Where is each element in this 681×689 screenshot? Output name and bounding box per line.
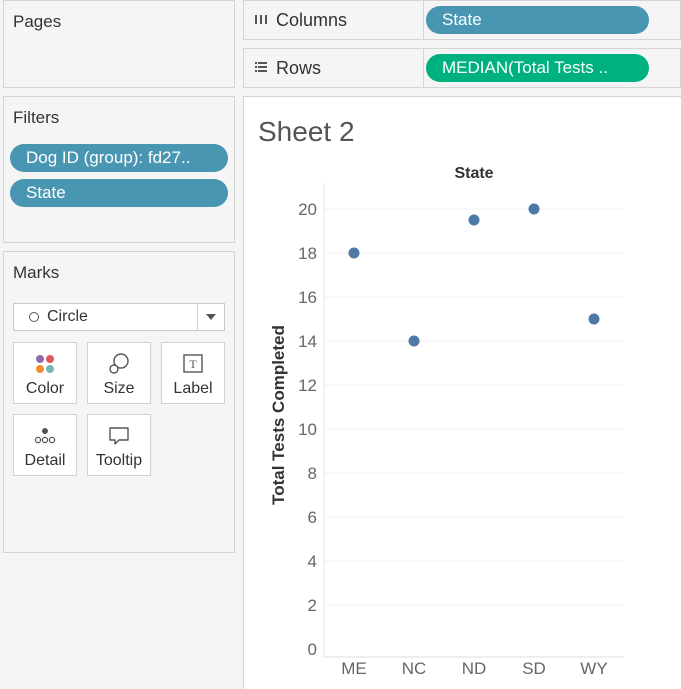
filter-pill-state[interactable]: State: [10, 179, 228, 207]
label-button[interactable]: T Label: [161, 342, 225, 404]
y-tick-label: 4: [308, 552, 317, 571]
columns-icon: [255, 15, 267, 24]
x-tick-label: WY: [580, 659, 607, 678]
color-button[interactable]: Color: [13, 342, 77, 404]
y-tick-label: 12: [298, 376, 317, 395]
sheet-view: Sheet 2 State Total Tests Completed 0246…: [243, 96, 681, 689]
y-axis-title: Total Tests Completed: [269, 325, 288, 505]
y-tick-label: 6: [308, 508, 317, 527]
detail-icon: [34, 428, 56, 444]
tooltip-button-label: Tooltip: [95, 452, 143, 469]
tooltip-button[interactable]: Tooltip: [87, 414, 151, 476]
x-axis-ticks: ME NC ND SD WY: [341, 659, 607, 678]
dropdown-arrow-icon[interactable]: [197, 304, 224, 330]
color-icon: [36, 355, 54, 373]
circle-mark-icon: [29, 312, 39, 322]
y-tick-label: 14: [298, 332, 317, 351]
rows-pill-median-total-tests[interactable]: MEDIAN(Total Tests ..: [426, 54, 649, 82]
columns-shelf-label-area: Columns: [244, 1, 424, 39]
data-point: [468, 214, 480, 226]
filter-pill-dog-id[interactable]: Dog ID (group): fd27..: [10, 144, 228, 172]
data-point: [528, 203, 540, 215]
y-tick-label: 8: [308, 464, 317, 483]
x-tick-label: SD: [522, 659, 546, 678]
x-tick-label: ND: [462, 659, 487, 678]
svg-text:T: T: [189, 357, 197, 371]
column-header: State: [454, 165, 493, 182]
detail-button[interactable]: Detail: [13, 414, 77, 476]
rows-label: Rows: [276, 58, 322, 78]
label-icon: T: [183, 354, 203, 373]
color-button-label: Color: [25, 380, 65, 397]
mark-type-label: Circle: [47, 308, 88, 325]
filters-title: Filters: [13, 108, 60, 127]
columns-shelf[interactable]: Columns State: [243, 0, 681, 40]
rows-icon: [255, 62, 267, 72]
pages-card: Pages: [3, 0, 235, 88]
columns-label: Columns: [276, 10, 348, 30]
mark-type-dropdown[interactable]: Circle: [13, 303, 225, 331]
marks-card: Marks Circle Color Size T Label Detail T…: [3, 251, 235, 553]
x-tick-label: NC: [402, 659, 427, 678]
data-point: [588, 313, 600, 325]
x-tick-label: ME: [341, 659, 367, 678]
y-tick-label: 0: [308, 640, 317, 659]
filters-card: Filters Dog ID (group): fd27.. State: [3, 96, 235, 243]
size-button-label: Size: [103, 380, 135, 397]
data-point: [348, 247, 360, 259]
rows-shelf-label-area: Rows: [244, 49, 424, 87]
size-button[interactable]: Size: [87, 342, 151, 404]
y-tick-label: 20: [298, 200, 317, 219]
data-point: [408, 335, 420, 347]
size-icon: [109, 353, 129, 374]
pages-title: Pages: [13, 12, 62, 31]
y-tick-label: 16: [298, 288, 317, 307]
y-axis-ticks: 0 2 4 6 8 10 12 14 16 18 20: [298, 200, 317, 659]
y-tick-label: 10: [298, 420, 317, 439]
tooltip-icon: [109, 427, 129, 445]
label-button-label: Label: [173, 380, 213, 397]
y-tick-label: 18: [298, 244, 317, 263]
rows-shelf[interactable]: Rows MEDIAN(Total Tests ..: [243, 48, 681, 88]
scatter-chart: State Total Tests Completed 0 2 4 6 8 10 12 14 1…: [269, 165, 624, 678]
marks-title: Marks: [13, 263, 60, 282]
detail-button-label: Detail: [24, 452, 66, 469]
columns-pill-state[interactable]: State: [426, 6, 649, 34]
data-points: [348, 203, 600, 347]
y-tick-label: 2: [308, 596, 317, 615]
gridlines: [323, 183, 624, 658]
